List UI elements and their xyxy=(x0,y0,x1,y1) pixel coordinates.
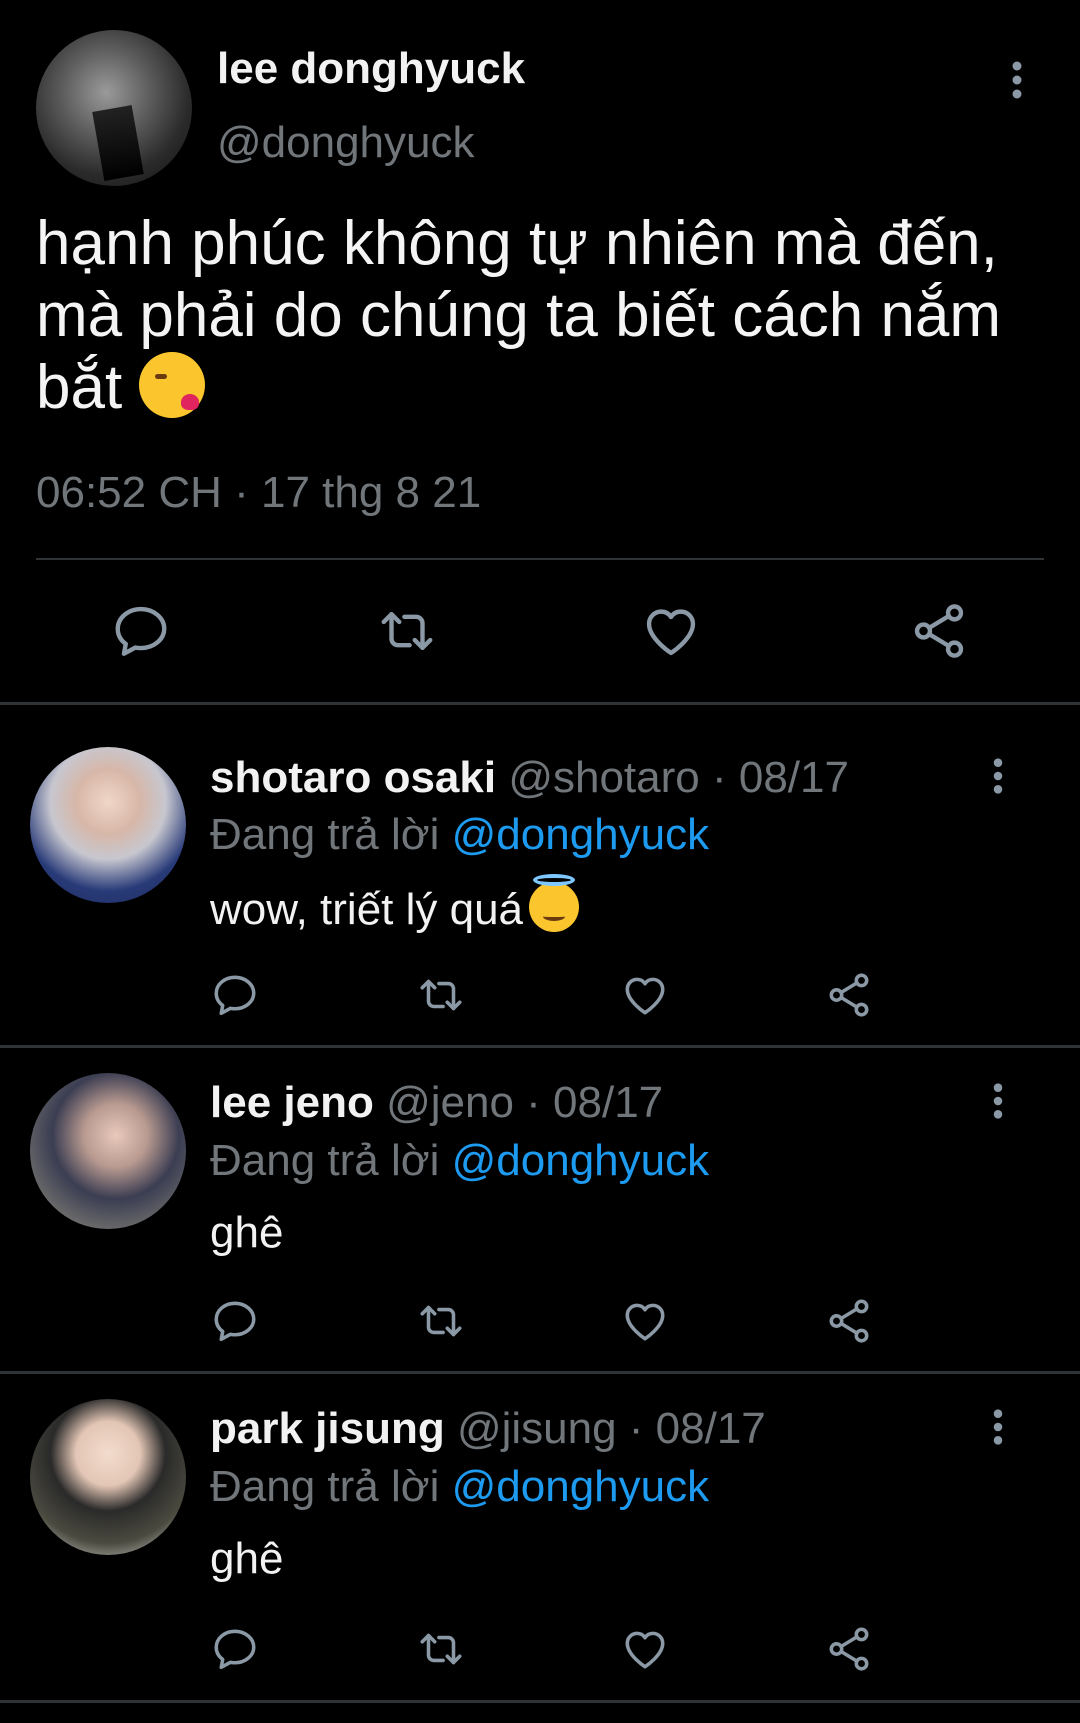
like-icon[interactable] xyxy=(620,1624,670,1674)
reply-header: park jisung @jisung · 08/17 xyxy=(210,1404,766,1454)
main-tweet: lee donghyuck @donghyuck hạnh phúc không… xyxy=(0,0,1080,704)
avatar[interactable] xyxy=(30,747,186,903)
display-name[interactable]: lee jeno xyxy=(210,1078,374,1127)
retweet-icon[interactable] xyxy=(414,970,468,1020)
share-icon[interactable] xyxy=(908,600,970,662)
share-icon[interactable] xyxy=(824,970,874,1020)
replying-to: Đang trả lời @donghyuck xyxy=(210,810,709,860)
reply-tweet[interactable]: park jisung @jisung · 08/17 Đang trả lời… xyxy=(0,1374,1080,1723)
reply-text: ghê xyxy=(210,1534,284,1583)
reply-text: ghê xyxy=(210,1208,284,1257)
reply-tweet[interactable]: shotaro osaki @shotaro · 08/17 Đang trả … xyxy=(0,705,1080,1045)
display-name[interactable]: shotaro osaki xyxy=(210,753,496,802)
more-vertical-icon[interactable] xyxy=(992,757,1004,795)
retweet-icon[interactable] xyxy=(414,1624,468,1674)
retweet-icon[interactable] xyxy=(374,600,440,662)
reply-header: lee jeno @jeno · 08/17 xyxy=(210,1078,663,1128)
reply-header: shotaro osaki @shotaro · 08/17 xyxy=(210,753,849,803)
display-name[interactable]: park jisung xyxy=(210,1404,445,1453)
avatar[interactable] xyxy=(36,30,192,186)
avatar[interactable] xyxy=(30,1399,186,1555)
share-icon[interactable] xyxy=(824,1296,874,1346)
divider xyxy=(0,1700,1080,1703)
tweet-text: hạnh phúc không tự nhiên mà đến, mà phải… xyxy=(36,208,1046,424)
like-icon[interactable] xyxy=(620,970,670,1020)
replying-to: Đang trả lời @donghyuck xyxy=(210,1462,709,1512)
timestamp[interactable]: 06:52 CH · 17 thg 8 21 xyxy=(36,468,481,518)
handle-and-date: @shotaro · 08/17 xyxy=(496,753,849,802)
avatar[interactable] xyxy=(30,1073,186,1229)
reply-icon[interactable] xyxy=(110,600,172,662)
reply-tweet[interactable]: lee jeno @jeno · 08/17 Đang trả lời @don… xyxy=(0,1048,1080,1371)
smiling-face-with-halo-emoji xyxy=(529,874,580,932)
more-vertical-icon[interactable] xyxy=(992,1082,1004,1120)
handle[interactable]: @donghyuck xyxy=(217,118,475,168)
kissing-face-with-heart-emoji xyxy=(139,352,206,418)
mention-link[interactable]: @donghyuck xyxy=(452,810,710,859)
like-icon[interactable] xyxy=(620,1296,670,1346)
handle-and-date: @jeno · 08/17 xyxy=(373,1078,664,1127)
like-icon[interactable] xyxy=(640,600,702,662)
mention-link[interactable]: @donghyuck xyxy=(452,1136,710,1185)
mention-link[interactable]: @donghyuck xyxy=(452,1462,710,1511)
replying-to: Đang trả lời @donghyuck xyxy=(210,1136,709,1186)
replying-label: Đang trả lời xyxy=(210,1462,452,1511)
reply-icon[interactable] xyxy=(210,970,260,1020)
handle-and-date: @jisung · 08/17 xyxy=(444,1404,766,1453)
replying-label: Đang trả lời xyxy=(210,1136,452,1185)
replying-label: Đang trả lời xyxy=(210,810,452,859)
share-icon[interactable] xyxy=(824,1624,874,1674)
more-vertical-icon[interactable] xyxy=(992,1408,1004,1446)
more-vertical-icon[interactable] xyxy=(1010,60,1024,100)
reply-icon[interactable] xyxy=(210,1296,260,1346)
divider xyxy=(36,558,1044,560)
reply-text-body: wow, triết lý quá xyxy=(210,885,524,934)
reply-text: wow, triết lý quá xyxy=(210,874,580,935)
reply-icon[interactable] xyxy=(210,1624,260,1674)
retweet-icon[interactable] xyxy=(414,1296,468,1346)
display-name[interactable]: lee donghyuck xyxy=(217,44,525,94)
